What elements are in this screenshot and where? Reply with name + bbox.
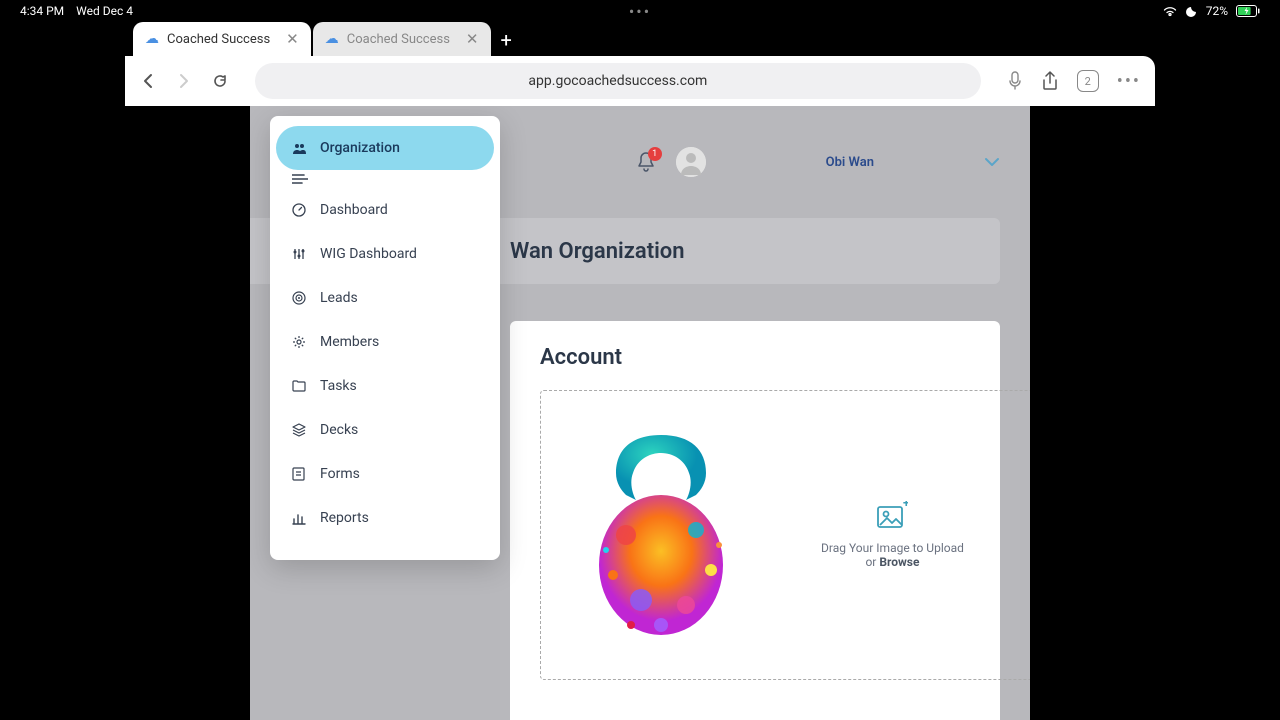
wifi-icon xyxy=(1162,5,1178,17)
sidebar-item-members[interactable]: Members xyxy=(276,320,494,364)
sidebar-item-label: Tasks xyxy=(320,378,357,394)
sidebar-item-leads[interactable]: Leads xyxy=(276,276,494,320)
sidebar-item-label: Members xyxy=(320,334,379,350)
share-icon[interactable] xyxy=(1041,71,1059,91)
target-icon xyxy=(292,291,308,305)
account-card: Account xyxy=(510,321,1000,720)
status-time: 4:34 PM xyxy=(20,4,64,18)
sidebar-item-label: Reports xyxy=(320,510,369,526)
barchart-icon xyxy=(292,512,308,525)
more-icon[interactable]: ••• xyxy=(1117,71,1141,92)
back-button[interactable] xyxy=(139,72,157,90)
browser-tab-inactive[interactable]: ☁ Coached Success ✕ xyxy=(313,22,491,56)
close-icon[interactable]: ✕ xyxy=(466,30,479,48)
layers-icon xyxy=(292,423,308,437)
add-tab-button[interactable]: + xyxy=(491,24,522,56)
sidebar-item-label: Organization xyxy=(320,140,400,156)
users-icon xyxy=(292,142,308,155)
cloud-icon: ☁ xyxy=(325,31,339,47)
status-multitask-dots[interactable]: ••• xyxy=(629,2,651,21)
forward-button[interactable] xyxy=(175,72,193,90)
browser-tab-bar: ☁ Coached Success ✕ ☁ Coached Success ✕ … xyxy=(125,22,1155,56)
avatar[interactable] xyxy=(676,147,706,177)
image-dropzone[interactable]: + Drag Your Image to Upload or Browse xyxy=(540,390,1030,680)
notifications-button[interactable]: 1 xyxy=(636,151,656,173)
tab-label: Coached Success xyxy=(167,32,270,47)
svg-text:+: + xyxy=(903,501,908,510)
status-date: Wed Dec 4 xyxy=(76,4,133,18)
sidebar-item-label: WIG Dashboard xyxy=(320,246,417,262)
upload-text-line1: Drag Your Image to Upload xyxy=(821,541,964,555)
upload-text-line2: or Browse xyxy=(821,555,964,569)
page-title: Wan Organization xyxy=(510,239,685,264)
upload-prompt: + Drag Your Image to Upload or Browse xyxy=(821,501,964,569)
close-icon[interactable]: ✕ xyxy=(286,30,299,48)
sidebar-nav: Organization Dashboard WIG Dashboard Lea… xyxy=(270,116,500,560)
sidebar-item-forms[interactable]: Forms xyxy=(276,452,494,496)
app-viewport: 1 Obi Wan Wan Organization Account xyxy=(250,106,1030,720)
image-upload-icon: + xyxy=(821,501,964,529)
sidebar-item-organization[interactable]: Organization xyxy=(276,126,494,170)
sidebar-item-label: Dashboard xyxy=(320,202,388,218)
ipad-status-bar: 4:34 PM Wed Dec 4 ••• 72% xyxy=(0,0,1280,22)
gear-icon xyxy=(292,335,308,349)
url-bar[interactable]: app.gocoachedsuccess.com xyxy=(255,63,981,99)
sliders-icon xyxy=(292,247,308,261)
cloud-icon: ☁ xyxy=(145,31,159,47)
chevron-down-icon[interactable] xyxy=(984,157,1000,167)
sidebar-item-decks[interactable]: Decks xyxy=(276,408,494,452)
sidebar-item-dashboard[interactable]: Dashboard xyxy=(276,188,494,232)
notification-badge: 1 xyxy=(648,147,662,161)
browse-link[interactable]: Browse xyxy=(879,555,919,569)
org-logo-image xyxy=(581,425,741,645)
url-text: app.gocoachedsuccess.com xyxy=(528,73,707,89)
sidebar-item-label: Forms xyxy=(320,466,360,482)
sidebar-item-label: Leads xyxy=(320,290,358,306)
tab-label: Coached Success xyxy=(347,32,450,47)
browser-toolbar: app.gocoachedsuccess.com 2 ••• xyxy=(125,56,1155,106)
username[interactable]: Obi Wan xyxy=(826,155,874,170)
sidebar-item-tasks[interactable]: Tasks xyxy=(276,364,494,408)
mic-icon[interactable] xyxy=(1007,71,1023,91)
sidebar-item-label: Decks xyxy=(320,422,358,438)
section-title: Account xyxy=(540,345,970,370)
folder-icon xyxy=(292,380,308,392)
browser-tab-active[interactable]: ☁ Coached Success ✕ xyxy=(133,22,311,56)
hamburger-icon[interactable] xyxy=(276,170,494,188)
battery-percent: 72% xyxy=(1206,4,1228,18)
tab-count-button[interactable]: 2 xyxy=(1077,70,1099,92)
sidebar-item-wig-dashboard[interactable]: WIG Dashboard xyxy=(276,232,494,276)
reload-button[interactable] xyxy=(211,72,229,90)
form-icon xyxy=(292,467,308,481)
sidebar-item-reports[interactable]: Reports xyxy=(276,496,494,540)
moon-icon xyxy=(1186,5,1198,17)
gauge-icon xyxy=(292,203,308,217)
battery-icon xyxy=(1236,5,1260,17)
